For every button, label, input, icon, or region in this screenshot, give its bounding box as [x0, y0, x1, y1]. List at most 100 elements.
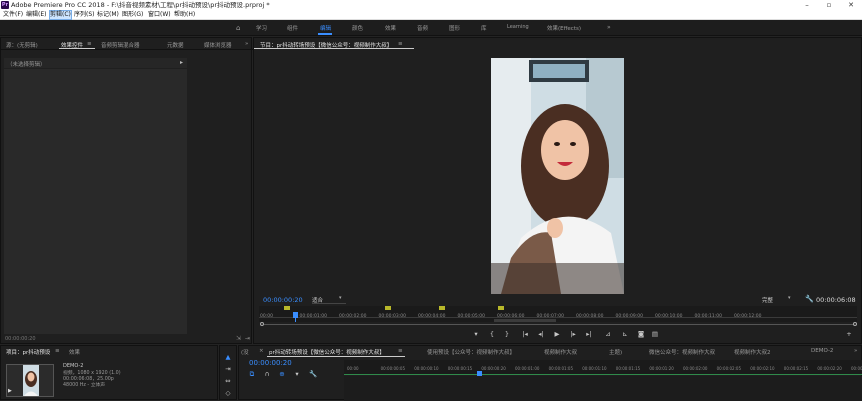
window-title: Adobe Premiere Pro CC 2018 - F:\抖音视频素材\工…	[11, 1, 270, 9]
program-ruler-label: 00:00:08:00	[576, 314, 604, 319]
program-timecode[interactable]: 00:00:00:20	[263, 296, 303, 304]
menu-graphics[interactable]: 图形(G)	[122, 10, 143, 20]
menu-window[interactable]: 窗口(W)	[148, 10, 171, 20]
timeline-overflow-icon[interactable]: »	[854, 348, 857, 354]
maximize-icon[interactable]: ▫	[818, 0, 840, 10]
program-menu-icon[interactable]: ≡	[398, 41, 403, 47]
mark-out-icon[interactable]: }	[503, 331, 511, 338]
clip-thumbnail[interactable]: ▶	[6, 364, 54, 397]
workspace-effects-en[interactable]: 效果(Effects)	[547, 24, 581, 32]
snap-icon[interactable]: ∩	[263, 371, 271, 378]
expand-arrow-icon[interactable]: ▸	[180, 59, 183, 66]
tab-effect-controls-menu-icon[interactable]: ≡	[87, 41, 92, 47]
workspace-learning[interactable]: Learning	[507, 24, 529, 30]
razor-tool-icon[interactable]: ◇	[223, 390, 233, 397]
go-to-out-icon[interactable]: ▸|	[584, 331, 594, 338]
close-tab-icon[interactable]: ×	[259, 348, 264, 354]
timeline-panel: (没 × pr抖动转场预设【微信公众号：视频制作大叔】 ≡ 使用预设【公众号：视…	[238, 345, 862, 401]
workspace-effects[interactable]: 效果	[385, 24, 396, 32]
work-area-bar[interactable]	[494, 319, 556, 322]
timeline-ruler-label: 00:00:02:05	[716, 366, 741, 371]
quality-dropdown[interactable]: 完整 ▾	[762, 295, 798, 304]
zoom-bar[interactable]	[264, 324, 854, 325]
marker[interactable]	[439, 306, 445, 310]
export-frame-icon[interactable]: ⇲	[236, 335, 241, 342]
program-ruler-label: 00:00	[260, 314, 273, 319]
fit-dropdown[interactable]: 适合 ▾	[312, 295, 346, 304]
track-area[interactable]	[344, 376, 862, 401]
lift-icon[interactable]: ⊿	[603, 331, 613, 338]
extract-icon[interactable]: ⊾	[620, 331, 630, 338]
tab-timeline-6[interactable]: 视频制作大叔2	[734, 348, 771, 356]
workspace-color[interactable]: 颜色	[352, 24, 363, 32]
menu-edit[interactable]: 编辑(E)	[26, 10, 46, 20]
zoom-handle-right[interactable]	[853, 322, 857, 326]
workspace-audio[interactable]: 音频	[417, 24, 428, 32]
marker[interactable]	[498, 306, 504, 310]
tab-timeline-5[interactable]: 微信公众号：视频制作大叔	[649, 348, 715, 356]
tab-timeline-none[interactable]: (没	[241, 348, 249, 356]
workspace-editing[interactable]: 编辑	[320, 24, 331, 32]
tab-effects[interactable]: 效果	[69, 348, 80, 356]
tools-panel: ▲ ⇥ ⇔ ◇	[219, 345, 237, 400]
step-forward-icon[interactable]: |▸	[568, 331, 578, 338]
timeline-ruler-label: 00:00:00:15	[447, 366, 473, 371]
workspace-libraries[interactable]: 库	[481, 24, 487, 32]
menu-clip[interactable]: 剪辑(C)	[49, 10, 72, 20]
add-marker-icon[interactable]: ▾	[472, 331, 480, 338]
tab-timeline-7[interactable]: DEMO-2	[811, 348, 833, 354]
workspace-learn[interactable]: 学习	[256, 24, 267, 32]
timeline-timecode[interactable]: 00:00:00:20	[249, 359, 292, 367]
source-panel: 源：(无剪辑) 效果控件 ≡ 音频剪辑混合器 元数据 媒体浏览器 » （未选择剪…	[0, 37, 253, 344]
tab-project[interactable]: 项目：pr抖动预设	[6, 348, 50, 356]
menu-sequence[interactable]: 序列(S)	[74, 10, 95, 20]
timeline-ruler-label: 00:00:01:00	[515, 366, 540, 371]
go-to-in-icon[interactable]: |◂	[520, 331, 530, 338]
timeline-ruler-label: 00:00:00:05	[380, 366, 405, 371]
marker[interactable]	[284, 306, 290, 310]
settings-wrench-icon[interactable]: 🔧	[805, 295, 814, 303]
timeline-menu-icon[interactable]: ≡	[398, 348, 403, 354]
thumbnail-play-icon[interactable]: ▶	[8, 388, 12, 394]
timeline-ruler-label: 00:00:00:20	[481, 366, 506, 371]
ripple-edit-tool-icon[interactable]: ⇔	[223, 378, 233, 385]
tab-metadata[interactable]: 元数据	[167, 41, 184, 49]
close-icon[interactable]: ✕	[840, 0, 862, 10]
minimize-icon[interactable]: –	[796, 0, 818, 10]
add-button-icon[interactable]: +	[844, 331, 854, 338]
tab-timeline-active[interactable]: pr抖动转场预设【微信公众号：视频制作大叔】	[269, 348, 385, 356]
add-marker-icon[interactable]: ▾	[293, 371, 301, 378]
workspace-assembly[interactable]: 组件	[287, 24, 298, 32]
nest-icon[interactable]: ⧉	[248, 371, 256, 378]
tab-source[interactable]: 源：(无剪辑)	[6, 41, 38, 49]
panel-overflow-icon[interactable]: »	[245, 41, 248, 47]
menu-marker[interactable]: 标记(M)	[97, 10, 119, 20]
step-back-icon[interactable]: ◂|	[536, 331, 546, 338]
timeline-settings-icon[interactable]: 🔧	[309, 371, 317, 378]
tab-timeline-2[interactable]: 使用预设【公众号：视频制作大叔】	[427, 348, 515, 356]
scroll-right-icon[interactable]: ⇥	[245, 335, 250, 342]
tab-timeline-4[interactable]: 主题)	[609, 348, 622, 356]
quality-value: 完整	[762, 298, 774, 304]
workspaces-bar: ⌂ 学习 组件 编辑 颜色 效果 音频 图形 库 Learning 效果(Eff…	[0, 20, 862, 36]
tab-timeline-3[interactable]: 视频制作大叔	[544, 348, 577, 356]
home-icon[interactable]: ⌂	[236, 24, 240, 32]
mark-in-icon[interactable]: {	[488, 331, 496, 338]
track-select-tool-icon[interactable]: ⇥	[223, 366, 233, 373]
camera-icon[interactable]: ◙	[636, 331, 646, 338]
active-tab-underline	[59, 48, 95, 49]
workspace-graphics[interactable]: 图形	[449, 24, 460, 32]
play-icon[interactable]: ▶	[552, 331, 562, 338]
project-menu-icon[interactable]: ≡	[55, 348, 60, 354]
linked-selection-icon[interactable]: ⊕	[278, 371, 286, 378]
video-frame[interactable]	[491, 58, 624, 294]
menu-help[interactable]: 帮助(H)	[174, 10, 195, 20]
tab-media-browser[interactable]: 媒体浏览器	[204, 41, 232, 49]
selection-tool-icon[interactable]: ▲	[223, 354, 233, 361]
more-workspaces-icon[interactable]: »	[607, 24, 611, 31]
marker[interactable]	[385, 306, 391, 310]
button-editor-icon[interactable]: ▤	[650, 331, 660, 338]
tab-audio-clip-mixer[interactable]: 音频剪辑混合器	[101, 41, 140, 49]
render-bar	[344, 374, 862, 375]
menu-file[interactable]: 文件(F)	[3, 10, 23, 20]
